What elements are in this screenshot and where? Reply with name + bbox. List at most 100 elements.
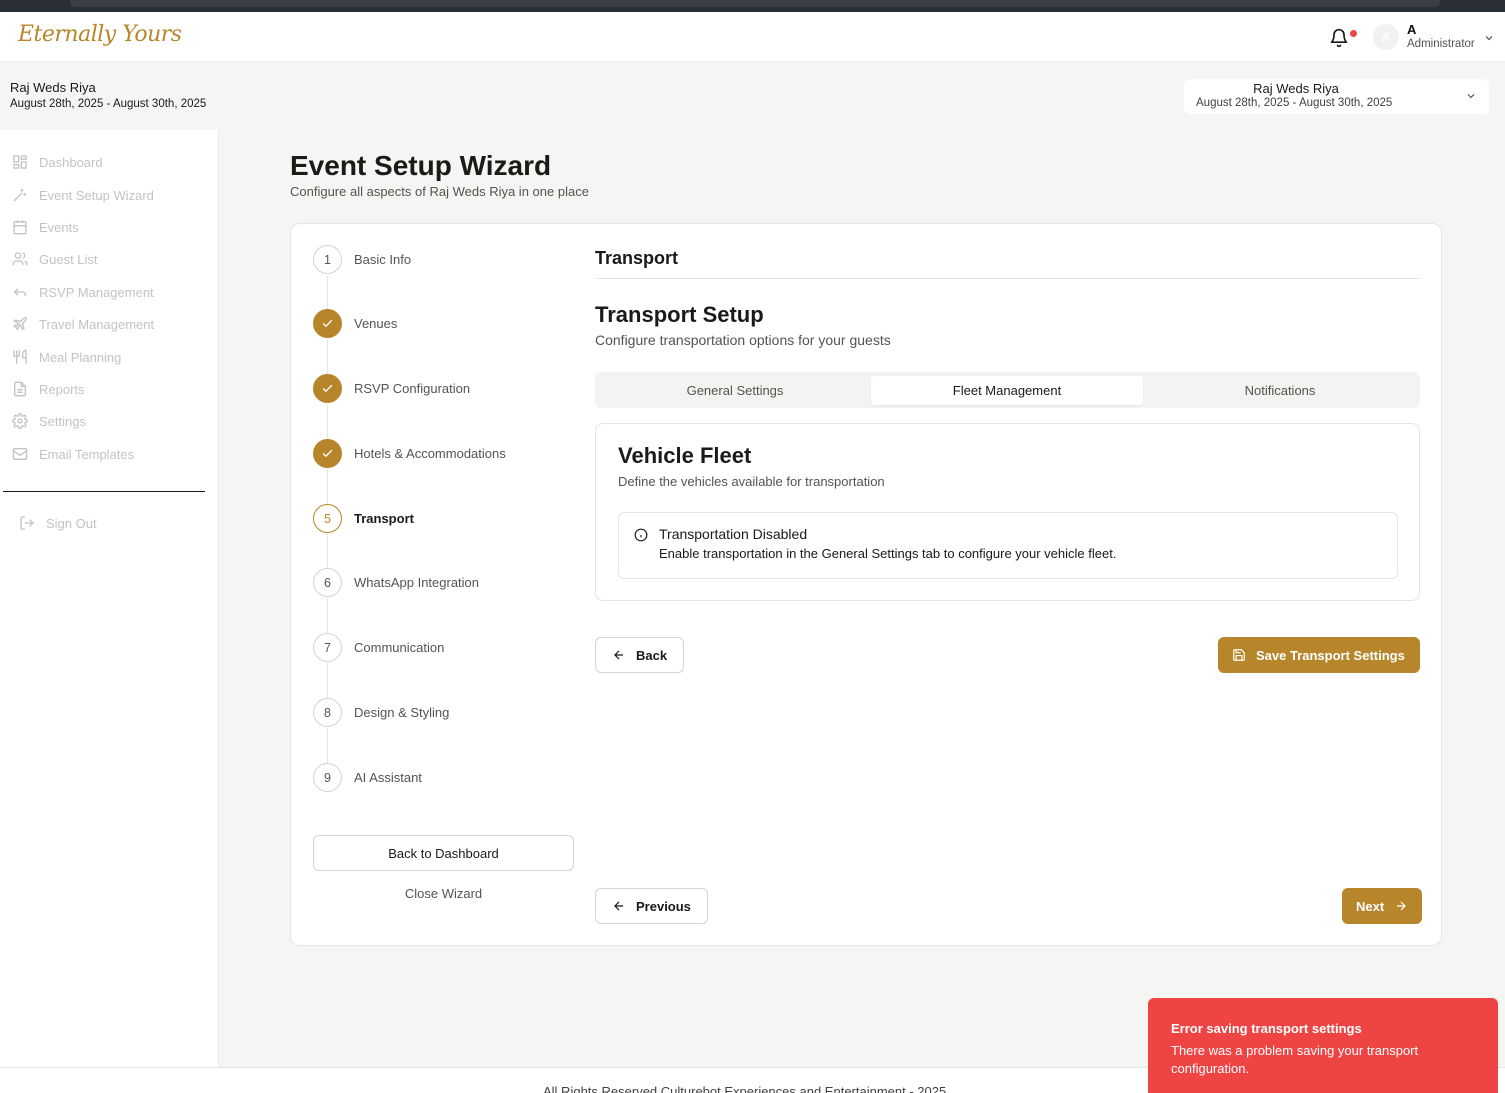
reply-arrow-icon (13, 288, 26, 296)
sidebar-item-email-templates[interactable]: Email Templates (12, 444, 134, 464)
current-event-info: Raj Weds Riya August 28th, 2025 - August… (10, 80, 206, 110)
transport-setup-subtitle: Configure transportation options for you… (595, 332, 891, 348)
wizard-step-whatsapp[interactable]: 6 WhatsApp Integration (313, 568, 479, 597)
sidebar-item-label: Events (39, 219, 79, 235)
step-number: 6 (313, 568, 342, 597)
event-selector-dates: August 28th, 2025 - August 30th, 2025 (1196, 97, 1393, 109)
back-label: Back (636, 647, 668, 663)
sidebar-item-event-setup-wizard[interactable]: Event Setup Wizard (12, 185, 154, 205)
next-label: Next (1356, 898, 1385, 914)
chevron-down-icon[interactable] (1483, 32, 1495, 44)
check-icon (313, 374, 342, 403)
sign-out-icon (20, 516, 34, 530)
step-label: Venues (354, 316, 398, 331)
wizard-step-ai-assistant[interactable]: 9 AI Assistant (313, 763, 422, 792)
sidebar-item-reports[interactable]: Reports (12, 379, 85, 399)
sidebar-item-label: Dashboard (39, 154, 103, 170)
browser-address-bar[interactable] (70, 0, 1440, 7)
step-number: 7 (313, 633, 342, 662)
sidebar-item-dashboard[interactable]: Dashboard (12, 152, 103, 172)
section-divider (595, 278, 1420, 279)
sidebar-item-label: Settings (39, 413, 86, 429)
user-role: Administrator (1407, 38, 1475, 50)
event-selector[interactable]: Raj Weds Riya August 28th, 2025 - August… (1184, 79, 1489, 114)
close-wizard-button[interactable]: Close Wizard (313, 886, 574, 906)
back-button[interactable]: Back (595, 637, 685, 673)
step-connector (327, 469, 328, 507)
step-number: 5 (313, 504, 342, 533)
browser-chrome (0, 0, 1505, 12)
check-icon (313, 309, 342, 338)
users-icon (12, 252, 28, 265)
footer-text: All Rights Reserved Culturebot Experienc… (543, 1084, 947, 1093)
wizard-step-transport[interactable]: 5 Transport (313, 504, 414, 533)
wizard-step-design[interactable]: 8 Design & Styling (313, 698, 449, 727)
wizard-step-rsvp-configuration[interactable]: RSVP Configuration (313, 374, 470, 403)
save-icon (1233, 649, 1245, 661)
chevron-down-icon (1467, 94, 1475, 99)
step-connector (327, 339, 328, 377)
wizard-step-hotels[interactable]: Hotels & Accommodations (313, 439, 506, 468)
vehicle-fleet-subtitle: Define the vehicles available for transp… (618, 474, 885, 489)
mail-icon (12, 448, 28, 460)
sidebar-item-label: Reports (39, 381, 85, 397)
transport-setup-title: Transport Setup (595, 302, 764, 327)
previous-button[interactable]: Previous (595, 888, 708, 924)
sidebar-item-guest-list[interactable]: Guest List (12, 249, 98, 269)
sidebar-item-settings[interactable]: Settings (12, 411, 86, 431)
sidebar: Dashboard Event Setup Wizard Events Gues… (0, 130, 219, 1070)
next-button[interactable]: Next (1342, 888, 1423, 924)
arrow-left-icon (614, 650, 624, 660)
wizard-step-communication[interactable]: 7 Communication (313, 633, 444, 662)
arrow-left-icon (614, 901, 624, 911)
step-connector (327, 276, 328, 312)
step-label: Basic Info (354, 252, 412, 267)
back-to-dashboard-button[interactable]: Back to Dashboard (313, 835, 574, 871)
step-number: 8 (313, 698, 342, 727)
sidebar-item-label: Travel Management (39, 316, 155, 332)
step-number: 1 (313, 245, 342, 274)
sidebar-item-rsvp-management[interactable]: RSVP Management (12, 282, 154, 302)
toast-description: There was a problem saving your transpor… (1171, 1043, 1419, 1076)
gear-icon (12, 413, 28, 429)
vehicle-fleet-card: Vehicle Fleet Define the vehicles availa… (595, 423, 1420, 601)
brand-logo[interactable]: Eternally Yours (18, 22, 182, 47)
bell-icon[interactable] (1329, 28, 1349, 48)
save-transport-settings-button[interactable]: Save Transport Settings (1218, 637, 1420, 673)
transport-disabled-alert: Transportation Disabled Enable transport… (618, 512, 1398, 579)
sidebar-item-events[interactable]: Events (12, 217, 79, 237)
step-connector (327, 598, 328, 636)
wizard-step-basic-info[interactable]: 1 Basic Info (313, 245, 411, 274)
page-subtitle: Configure all aspects of Raj Weds Riya i… (290, 184, 589, 199)
step-label: Transport (354, 511, 414, 526)
step-label: AI Assistant (354, 770, 422, 785)
wizard-card: 1 Basic Info Venues RSVP Configuration H… (290, 223, 1442, 946)
info-icon (634, 528, 648, 542)
avatar[interactable]: A (1373, 24, 1399, 50)
step-connector (327, 663, 328, 701)
step-connector (327, 728, 328, 766)
sidebar-item-label: Event Setup Wizard (39, 187, 154, 203)
wizard-step-venues[interactable]: Venues (313, 309, 397, 338)
sidebar-item-travel-management[interactable]: Travel Management (12, 314, 154, 334)
sign-out-label: Sign Out (46, 515, 97, 531)
sidebar-item-label: RSVP Management (39, 284, 154, 300)
step-label: Communication (354, 640, 445, 655)
page-title: Event Setup Wizard (290, 150, 552, 181)
tab-notifications[interactable]: Notifications (1144, 376, 1416, 405)
arrow-right-icon (1397, 901, 1407, 911)
transport-tabs: General Settings Fleet Management Notifi… (595, 372, 1420, 408)
vehicle-fleet-title: Vehicle Fleet (618, 443, 752, 468)
error-toast[interactable]: Error saving transport settings There wa… (1148, 998, 1498, 1093)
step-label: Design & Styling (354, 705, 450, 720)
step-label: RSVP Configuration (354, 381, 471, 396)
alert-title: Transportation Disabled (659, 526, 808, 542)
section-title: Transport (595, 248, 679, 268)
user-name[interactable]: A (1407, 22, 1416, 37)
sidebar-item-label: Meal Planning (39, 349, 122, 365)
event-selector-title: Raj Weds Riya (1253, 81, 1339, 96)
sidebar-item-meal-planning[interactable]: Meal Planning (12, 347, 121, 367)
tab-fleet-management[interactable]: Fleet Management (871, 376, 1143, 405)
tab-general-settings[interactable]: General Settings (599, 376, 871, 405)
sign-out-button[interactable]: Sign Out (19, 513, 97, 533)
